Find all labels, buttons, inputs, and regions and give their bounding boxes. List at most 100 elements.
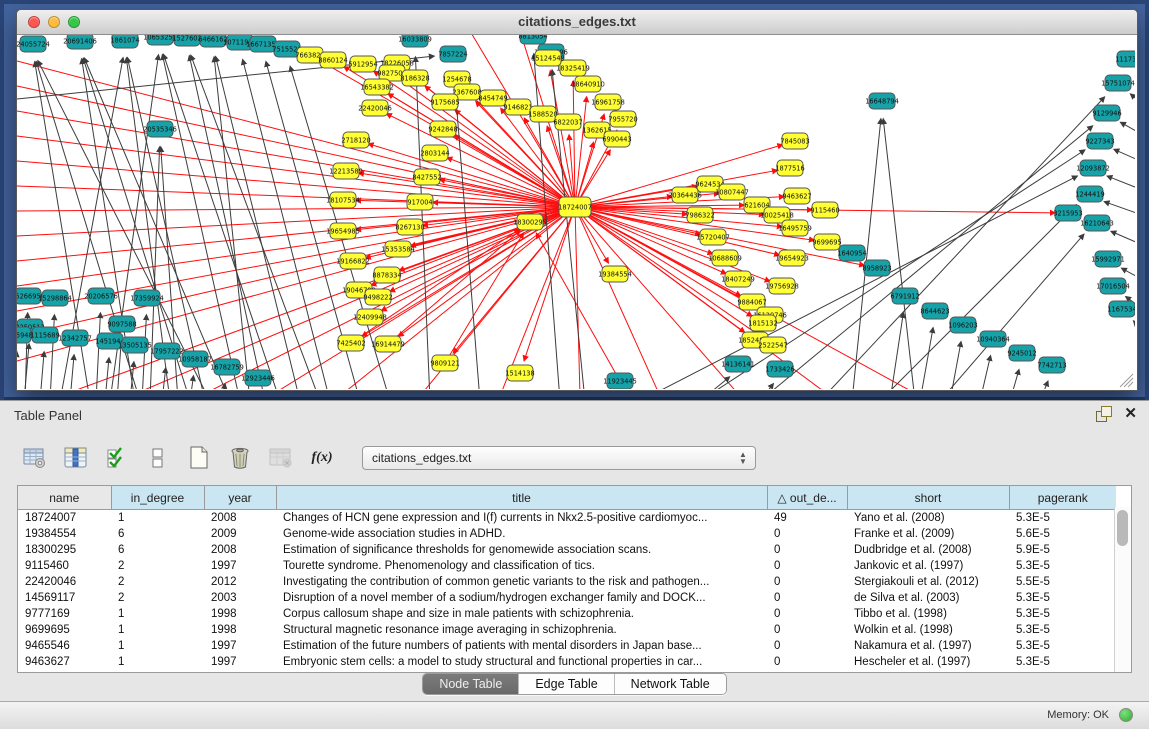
- graph-node[interactable]: 19384554: [598, 266, 632, 282]
- graph-node[interactable]: 1877516: [775, 160, 804, 176]
- table-row[interactable]: 1456911722003Disruption of a novel membe…: [18, 590, 1116, 606]
- graph-node[interactable]: 1096203: [948, 317, 977, 333]
- graph-node[interactable]: 7845083: [780, 133, 809, 149]
- function-builder-icon[interactable]: f(x): [309, 445, 335, 471]
- graph-node[interactable]: 5912954: [348, 56, 377, 72]
- merge-rows-icon[interactable]: [145, 445, 171, 471]
- tab-edge-table[interactable]: Edge Table: [519, 674, 614, 694]
- graph-node[interactable]: 3215953: [1053, 205, 1082, 221]
- table-row[interactable]: 977716911998Corpus callosum shape and si…: [18, 606, 1116, 622]
- network-view-window[interactable]: citations_edges.txt 24055724 20691406 1861…: [16, 9, 1138, 391]
- graph-node[interactable]: 22420046: [358, 100, 392, 116]
- graph-node[interactable]: 1117304: [1115, 51, 1135, 67]
- network-canvas[interactable]: 2405572420691406186107410653257152760264…: [17, 35, 1135, 389]
- scrollbar-thumb[interactable]: [1117, 510, 1128, 546]
- table-row[interactable]: 946362711997Embryonic stem cells: a mode…: [18, 654, 1116, 670]
- graph-node[interactable]: 1861074: [110, 35, 139, 48]
- graph-node[interactable]: 20364436: [668, 187, 702, 203]
- close-panel-icon[interactable]: ✕: [1124, 406, 1137, 422]
- graph-node[interactable]: 1640954: [837, 245, 866, 261]
- graph-node[interactable]: 17016504: [1096, 278, 1130, 294]
- graph-node[interactable]: 9463627: [782, 188, 811, 204]
- graph-node[interactable]: 8860124: [318, 52, 347, 68]
- column-header-out-de-[interactable]: △ out_de...: [767, 486, 847, 510]
- graph-node[interactable]: 8267130: [395, 219, 424, 235]
- graph-node[interactable]: 6822037: [553, 114, 582, 130]
- graph-node[interactable]: 8813054: [518, 35, 547, 44]
- graph-node[interactable]: 16961758: [591, 94, 625, 110]
- delete-icon[interactable]: [227, 445, 253, 471]
- graph-node[interactable]: 14136141: [721, 356, 755, 372]
- graph-node[interactable]: 12093872: [1076, 160, 1110, 176]
- table-selector-dropdown[interactable]: citations_edges.txt ▲▼: [362, 446, 756, 470]
- graph-node[interactable]: 18640910: [571, 76, 605, 92]
- graph-node[interactable]: 1527602: [172, 35, 201, 46]
- graph-node[interactable]: 9699695: [812, 234, 841, 250]
- graph-node[interactable]: 2522547: [758, 337, 787, 353]
- graph-node[interactable]: 9175685: [430, 94, 459, 110]
- graph-node[interactable]: 7986322: [685, 207, 714, 223]
- graph-node[interactable]: 9242848: [428, 121, 457, 137]
- graph-node[interactable]: 7742713: [1037, 357, 1066, 373]
- graph-node[interactable]: 20691406: [63, 35, 97, 49]
- graph-node[interactable]: 1167534: [1107, 301, 1135, 317]
- graph-node[interactable]: 16210643: [1080, 215, 1114, 231]
- graph-node[interactable]: 917004: [407, 194, 433, 210]
- graph-node[interactable]: 16033809: [398, 35, 432, 47]
- graph-node[interactable]: 7955720: [608, 111, 637, 127]
- graph-node[interactable]: 10940364: [976, 331, 1010, 347]
- graph-node[interactable]: 1244419: [1075, 186, 1104, 202]
- select-column-icon[interactable]: [63, 445, 89, 471]
- table-row[interactable]: 1872400712008Changes of HCN gene express…: [18, 510, 1116, 527]
- graph-node[interactable]: 19654985: [326, 223, 360, 239]
- graph-node[interactable]: 18107534: [326, 192, 360, 208]
- tab-node-table[interactable]: Node Table: [423, 674, 519, 694]
- graph-node[interactable]: 7857224: [438, 46, 467, 62]
- graph-node[interactable]: 1115689: [30, 327, 59, 343]
- memory-ok-indicator[interactable]: [1119, 708, 1133, 722]
- table-row[interactable]: 946554611997Estimation of the future num…: [18, 638, 1116, 654]
- graph-node[interactable]: 16648794: [865, 93, 899, 109]
- graph-node[interactable]: 15992971: [1091, 251, 1125, 267]
- graph-node[interactable]: 9245012: [1007, 345, 1036, 361]
- select-rows-icon[interactable]: [104, 445, 130, 471]
- graph-node[interactable]: 16495759: [778, 220, 812, 236]
- graph-node[interactable]: 16543382: [360, 79, 394, 95]
- graph-node[interactable]: 10958187: [178, 351, 212, 367]
- graph-node[interactable]: 15720407: [696, 229, 730, 245]
- graph-node[interactable]: 7425402: [336, 335, 365, 351]
- graph-node[interactable]: 24055724: [17, 36, 50, 52]
- graph-node[interactable]: 8878334: [372, 267, 401, 283]
- graph-node[interactable]: 1815132: [748, 315, 777, 331]
- graph-node[interactable]: 11923445: [603, 373, 637, 389]
- graph-node[interactable]: 19166822: [336, 253, 370, 269]
- column-header-title[interactable]: title: [276, 486, 767, 510]
- graph-node[interactable]: 1514138: [505, 365, 534, 381]
- graph-node[interactable]: 15353584: [381, 241, 415, 257]
- graph-node[interactable]: 17359924: [130, 290, 164, 306]
- graph-node[interactable]: 13505135: [118, 337, 152, 353]
- delete-table-icon[interactable]: [268, 445, 294, 471]
- graph-node[interactable]: 6791912: [890, 288, 919, 304]
- column-header-in-degree[interactable]: in_degree: [111, 486, 204, 510]
- graph-node[interactable]: 2718120: [341, 132, 370, 148]
- graph-hub-node[interactable]: 18724007: [558, 197, 592, 217]
- graph-node[interactable]: 8958923: [862, 260, 891, 276]
- graph-node[interactable]: 9115460: [810, 202, 839, 218]
- graph-node[interactable]: 9129946: [1092, 105, 1121, 121]
- column-header-year[interactable]: year: [204, 486, 276, 510]
- table-settings-icon[interactable]: [22, 445, 48, 471]
- graph-node[interactable]: 8644623: [920, 303, 949, 319]
- column-header-short[interactable]: short: [847, 486, 1009, 510]
- graph-node[interactable]: 9809121: [430, 355, 459, 371]
- tab-network-table[interactable]: Network Table: [615, 674, 726, 694]
- graph-node[interactable]: 9227343: [1085, 133, 1114, 149]
- graph-node[interactable]: 19654923: [775, 250, 809, 266]
- graph-node[interactable]: 12342757: [58, 330, 92, 346]
- window-resize-grip[interactable]: [1120, 374, 1133, 387]
- new-table-icon[interactable]: [186, 445, 212, 471]
- graph-node[interactable]: 18300295: [513, 214, 547, 230]
- window-titlebar[interactable]: citations_edges.txt: [17, 10, 1137, 35]
- graph-node[interactable]: 20206576: [84, 288, 118, 304]
- graph-node[interactable]: 6990443: [602, 131, 631, 147]
